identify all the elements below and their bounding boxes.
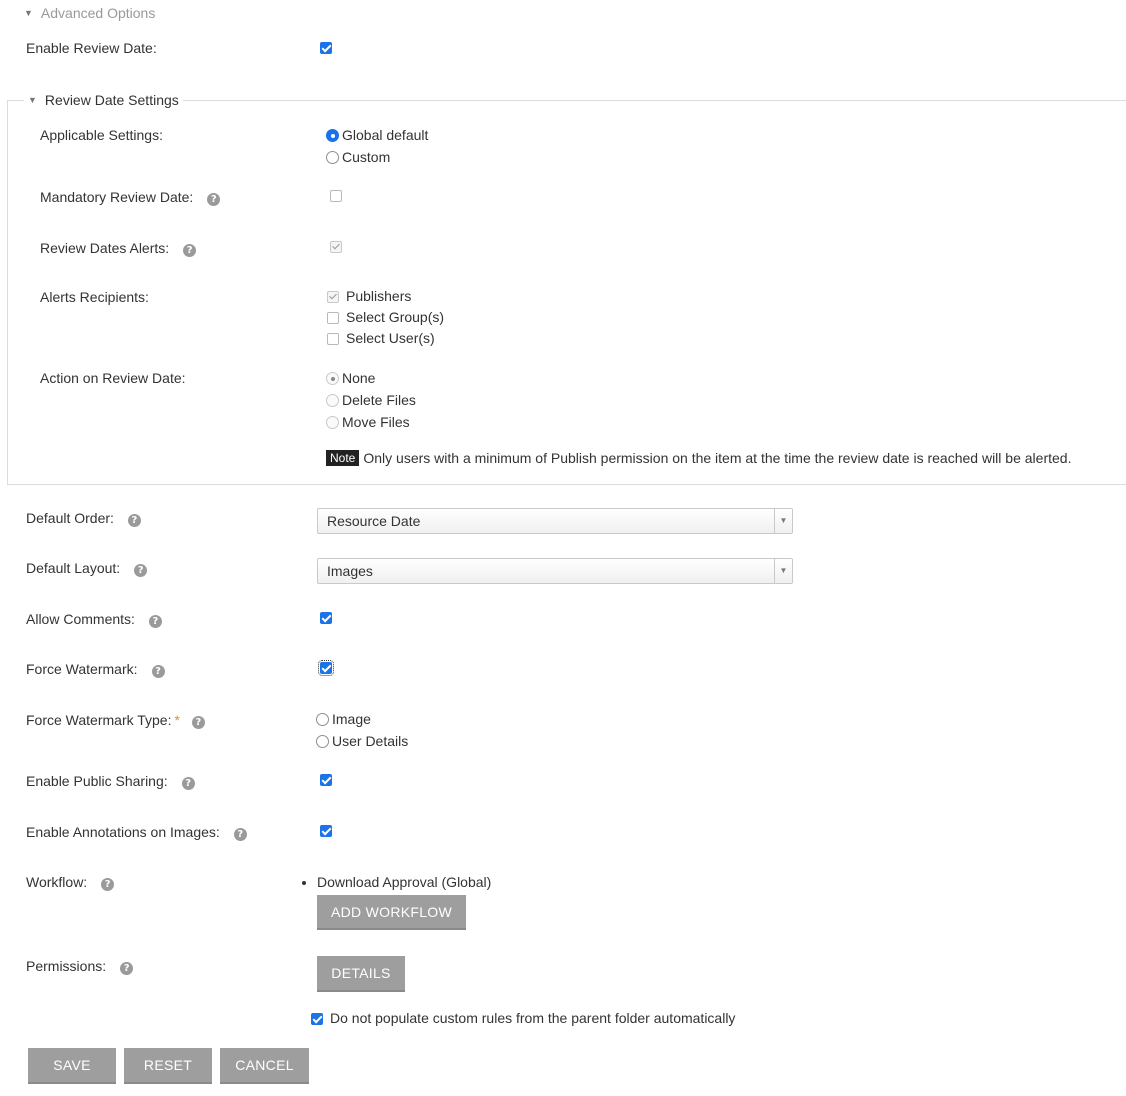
save-button[interactable]: SAVE [28, 1048, 116, 1084]
permissions-label: Permissions:? [26, 957, 134, 975]
review-dates-alerts-checkbox[interactable] [330, 241, 342, 253]
dropdown-arrow-icon: ▼ [774, 509, 792, 533]
mandatory-review-date-label: Mandatory Review Date:? [40, 188, 221, 206]
default-order-text: Default Order: [26, 510, 114, 526]
force-watermark-text: Force Watermark: [26, 661, 138, 677]
recipients-groups-checkbox[interactable] [327, 312, 339, 324]
action-move-label: Move Files [342, 414, 410, 430]
help-icon[interactable]: ? [183, 244, 197, 257]
collapse-triangle-icon: ▼ [24, 8, 33, 18]
default-order-label: Default Order:? [26, 509, 141, 527]
allow-comments-text: Allow Comments: [26, 611, 135, 627]
workflow-label: Workflow:? [26, 873, 115, 891]
force-watermark-type-label: Force Watermark Type: *? [26, 711, 205, 729]
workflow-text: Workflow: [26, 874, 88, 890]
help-icon[interactable]: ? [207, 193, 221, 206]
enable-annotations-text: Enable Annotations on Images: [26, 824, 220, 840]
applicable-custom-label: Custom [342, 149, 391, 165]
mandatory-review-date-text: Mandatory Review Date: [40, 189, 194, 205]
advanced-options-toggle[interactable]: ▼ Advanced Options [24, 4, 155, 22]
action-delete-radio[interactable] [326, 394, 339, 407]
add-workflow-button[interactable]: ADD WORKFLOW [317, 895, 466, 930]
force-watermark-type-text: Force Watermark Type: [26, 712, 172, 728]
force-watermark-label: Force Watermark:? [26, 660, 165, 678]
enable-annotations-label: Enable Annotations on Images:? [26, 823, 247, 841]
review-date-settings-toggle[interactable]: ▼ Review Date Settings [24, 91, 183, 109]
reset-button[interactable]: RESET [124, 1048, 212, 1084]
advanced-options-label: Advanced Options [40, 5, 156, 21]
workflow-item: Download Approval (Global) [317, 874, 492, 890]
enable-annotations-checkbox[interactable] [320, 825, 332, 837]
help-icon[interactable]: ? [233, 828, 247, 841]
cancel-button[interactable]: CANCEL [220, 1048, 309, 1084]
applicable-global-radio[interactable] [326, 129, 339, 142]
alerts-recipients-label: Alerts Recipients: [40, 289, 149, 305]
help-icon[interactable]: ? [148, 615, 162, 628]
action-on-review-date-label: Action on Review Date: [40, 370, 186, 386]
action-none-label: None [342, 370, 376, 386]
action-delete-label: Delete Files [342, 392, 416, 408]
default-order-select[interactable]: Resource Date ▼ [317, 508, 793, 534]
default-order-value: Resource Date [327, 513, 421, 529]
review-date-settings-legend: Review Date Settings [44, 92, 179, 108]
enable-review-date-checkbox[interactable] [320, 42, 332, 54]
help-icon[interactable]: ? [101, 878, 115, 891]
review-dates-alerts-label: Review Dates Alerts:? [40, 239, 197, 257]
enable-public-sharing-text: Enable Public Sharing: [26, 773, 168, 789]
help-icon[interactable]: ? [191, 716, 205, 729]
force-watermark-checkbox[interactable] [318, 660, 334, 676]
note-text: Only users with a minimum of Publish per… [363, 450, 1072, 466]
allow-comments-checkbox[interactable] [320, 612, 332, 624]
allow-comments-label: Allow Comments:? [26, 610, 162, 628]
review-date-settings-fieldset: ▼ Review Date Settings [7, 91, 1126, 485]
recipients-groups-label: Select Group(s) [346, 309, 445, 325]
default-layout-select[interactable]: Images ▼ [317, 558, 793, 584]
applicable-settings-label: Applicable Settings: [40, 127, 163, 143]
dropdown-arrow-icon: ▼ [774, 559, 792, 583]
enable-public-sharing-label: Enable Public Sharing:? [26, 772, 195, 790]
note-badge: Note [326, 450, 360, 466]
no-populate-label: Do not populate custom rules from the pa… [330, 1010, 736, 1026]
enable-public-sharing-checkbox[interactable] [320, 774, 332, 786]
default-layout-label: Default Layout:? [26, 559, 148, 577]
default-layout-value: Images [327, 563, 373, 579]
action-none-radio[interactable] [326, 372, 339, 385]
permissions-details-button[interactable]: DETAILS [317, 956, 405, 992]
mandatory-review-date-checkbox[interactable] [330, 190, 342, 202]
no-populate-checkbox[interactable] [311, 1013, 323, 1025]
applicable-custom-radio[interactable] [326, 151, 339, 164]
help-icon[interactable]: ? [120, 962, 134, 975]
required-asterisk: * [174, 712, 180, 728]
list-bullet [302, 881, 306, 885]
watermark-image-radio[interactable] [316, 713, 329, 726]
recipients-publishers-label: Publishers [346, 288, 412, 304]
help-icon[interactable]: ? [134, 564, 148, 577]
recipients-users-checkbox[interactable] [327, 333, 339, 345]
watermark-image-label: Image [332, 711, 371, 727]
recipients-users-label: Select User(s) [346, 330, 435, 346]
action-move-radio[interactable] [326, 416, 339, 429]
watermark-user-details-radio[interactable] [316, 735, 329, 748]
collapse-triangle-icon: ▼ [28, 95, 37, 105]
enable-review-date-label: Enable Review Date: [26, 40, 157, 56]
review-note: Note Only users with a minimum of Publish… [326, 449, 1071, 467]
recipients-publishers-checkbox[interactable] [327, 291, 339, 303]
help-icon[interactable]: ? [151, 665, 165, 678]
help-icon[interactable]: ? [181, 777, 195, 790]
permissions-text: Permissions: [26, 958, 107, 974]
help-icon[interactable]: ? [127, 514, 141, 527]
watermark-user-details-label: User Details [332, 733, 409, 749]
default-layout-text: Default Layout: [26, 560, 121, 576]
review-dates-alerts-text: Review Dates Alerts: [40, 240, 170, 256]
applicable-global-label: Global default [342, 127, 429, 143]
